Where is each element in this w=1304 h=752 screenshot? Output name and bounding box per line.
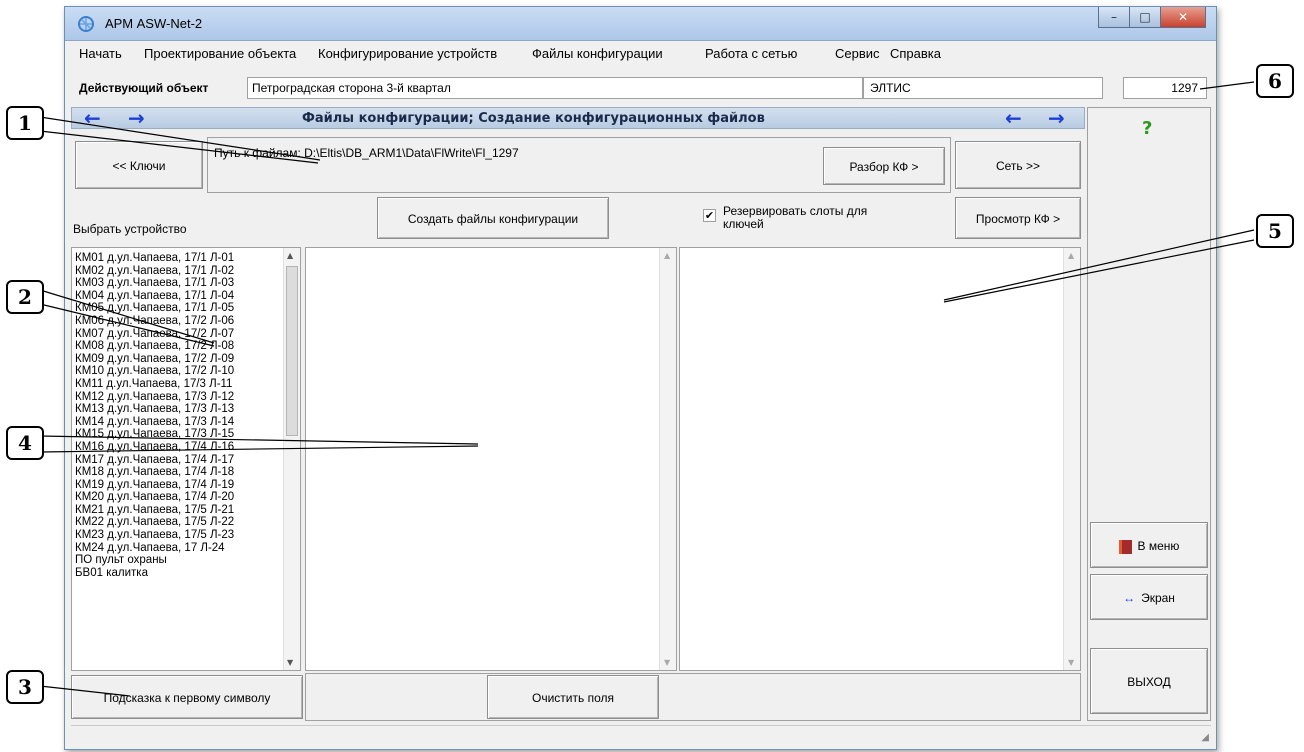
callout-4: 4 (6, 426, 44, 460)
list-item[interactable]: КМ23 д.ул.Чапаева, 17/5 Л-23 (75, 529, 283, 542)
scroll-up-icon[interactable]: ▲ (1068, 251, 1074, 260)
path-label: Путь к файлам: D:\Eltis\DB_ARM1\Data\FlW… (214, 146, 519, 160)
resize-grip-icon[interactable]: ◢ (1201, 732, 1209, 743)
list-item[interactable]: КМ21 д.ул.Чапаева, 17/5 Л-21 (75, 504, 283, 517)
list-item[interactable]: КМ19 д.ул.Чапаева, 17/4 Л-19 (75, 479, 283, 492)
device-list[interactable]: КМ01 д.ул.Чапаева, 17/1 Л-01 КМ02 д.ул.Ч… (71, 247, 301, 671)
device-list-items: КМ01 д.ул.Чапаева, 17/1 Л-01 КМ02 д.ул.Ч… (75, 252, 283, 579)
object-name-field: Петроградская сторона 3-й квартал (247, 77, 863, 99)
config-text-area[interactable]: ▲ ▼ (305, 247, 677, 671)
scroll-down-icon[interactable]: ▼ (664, 658, 670, 667)
object-bar: Действующий объект Петроградская сторона… (71, 77, 1211, 101)
list-item[interactable]: КМ09 д.ул.Чапаева, 17/2 Л-09 (75, 353, 283, 366)
list-item[interactable]: КМ14 д.ул.Чапаева, 17/3 Л-14 (75, 416, 283, 429)
object-label: Действующий объект (79, 81, 209, 95)
reserve-slots-checkbox[interactable]: ✔ Резервировать слоты для ключей (703, 205, 903, 235)
back-arrow-icon-right[interactable]: ← (1005, 106, 1022, 130)
callout-5: 5 (1256, 214, 1294, 248)
list-item[interactable]: КМ13 д.ул.Чапаева, 17/3 Л-13 (75, 403, 283, 416)
menu-item-config-files[interactable]: Файлы конфигурации (532, 46, 663, 61)
screen-button[interactable]: ↔ Экран (1090, 574, 1208, 620)
list-item[interactable]: КМ10 д.ул.Чапаева, 17/2 Л-10 (75, 365, 283, 378)
list-item[interactable]: КМ11 д.ул.Чапаева, 17/3 Л-11 (75, 378, 283, 391)
scroll-thumb[interactable] (286, 266, 298, 436)
scroll-down-icon[interactable]: ▼ (287, 658, 293, 667)
reserve-slots-label: Резервировать слоты для ключей (723, 204, 868, 231)
menu-item-design[interactable]: Проектирование объекта (144, 46, 296, 61)
callout-2: 2 (6, 280, 44, 314)
clear-fields-button[interactable]: Очистить поля (487, 675, 659, 719)
maximize-button[interactable]: □ (1129, 7, 1161, 28)
minimize-button[interactable]: – (1098, 7, 1130, 28)
org-field: ЭЛТИС (863, 77, 1103, 99)
list-item[interactable]: КМ12 д.ул.Чапаева, 17/3 Л-12 (75, 391, 283, 404)
preview-text-area[interactable]: ▲ ▼ (679, 247, 1081, 671)
side-panel: ? В меню ↔ Экран ВЫХОД (1087, 107, 1211, 721)
scroll-up-icon[interactable]: ▲ (287, 251, 293, 260)
preview-text-scrollbar[interactable]: ▲ ▼ (1063, 248, 1080, 670)
parse-config-button[interactable]: Разбор КФ > (823, 147, 945, 185)
title-bar[interactable]: АРМ ASW-Net-2 – □ ✕ (65, 7, 1216, 41)
menu-item-start[interactable]: Начать (79, 46, 122, 61)
object-code-field: 1297 (1123, 77, 1207, 99)
list-item[interactable]: КМ18 д.ул.Чапаева, 17/4 Л-18 (75, 466, 283, 479)
app-logo-icon (78, 16, 94, 32)
list-item[interactable]: КМ01 д.ул.Чапаева, 17/1 Л-01 (75, 252, 283, 265)
app-window: АРМ ASW-Net-2 – □ ✕ Начать Проектировани… (64, 6, 1217, 750)
help-icon[interactable]: ? (1142, 118, 1152, 139)
list-item[interactable]: ПО пульт охраны (75, 554, 283, 567)
door-icon (1118, 539, 1132, 554)
menu-item-network[interactable]: Работа с сетью (705, 46, 797, 61)
list-item[interactable]: КМ22 д.ул.Чапаева, 17/5 Л-22 (75, 516, 283, 529)
menu-bar: Начать Проектирование объекта Конфигурир… (65, 42, 1216, 64)
scroll-down-icon[interactable]: ▼ (1068, 658, 1074, 667)
list-item[interactable]: КМ16 д.ул.Чапаева, 17/4 Л-16 (75, 441, 283, 454)
list-item[interactable]: КМ05 д.ул.Чапаева, 17/1 Л-05 (75, 302, 283, 315)
exit-button[interactable]: ВЫХОД (1090, 648, 1208, 714)
list-item[interactable]: КМ03 д.ул.Чапаева, 17/1 Л-03 (75, 277, 283, 290)
bottom-panel (305, 673, 1081, 721)
list-item[interactable]: КМ06 д.ул.Чапаева, 17/2 Л-06 (75, 315, 283, 328)
menu-item-configure[interactable]: Конфигурирование устройств (318, 46, 497, 61)
section-title: Файлы конфигурации; Создание конфигураци… (302, 111, 765, 126)
scroll-up-icon[interactable]: ▲ (664, 251, 670, 260)
network-button[interactable]: Сеть >> (955, 141, 1081, 189)
back-to-menu-button[interactable]: В меню (1090, 522, 1208, 568)
list-item[interactable]: КМ20 д.ул.Чапаева, 17/4 Л-20 (75, 491, 283, 504)
keys-button[interactable]: << Ключи (75, 141, 203, 189)
close-button[interactable]: ✕ (1160, 7, 1206, 28)
forward-arrow-icon[interactable]: → (128, 106, 145, 130)
list-item[interactable]: КМ24 д.ул.Чапаева, 17 Л-24 (75, 542, 283, 555)
list-item[interactable]: КМ17 д.ул.Чапаева, 17/4 Л-17 (75, 454, 283, 467)
list-item[interactable]: БВ01 калитка (75, 567, 283, 580)
first-char-hint-button[interactable]: Подсказка к первому символу (71, 675, 303, 719)
select-device-label: Выбрать устройство (73, 222, 187, 236)
section-header: ← → Файлы конфигурации; Создание конфигу… (71, 106, 1085, 130)
status-bar: ◢ (71, 725, 1211, 743)
view-config-button[interactable]: Просмотр КФ > (955, 197, 1081, 239)
back-arrow-icon[interactable]: ← (84, 106, 101, 130)
list-item[interactable]: КМ15 д.ул.Чапаева, 17/3 Л-15 (75, 428, 283, 441)
double-arrow-icon: ↔ (1123, 591, 1136, 605)
menu-item-help[interactable]: Справка (890, 46, 941, 61)
create-config-button[interactable]: Создать файлы конфигурации (377, 197, 609, 239)
list-item[interactable]: КМ08 д.ул.Чапаева, 17/2 Л-08 (75, 340, 283, 353)
callout-1: 1 (6, 106, 44, 140)
window-title: АРМ ASW-Net-2 (105, 16, 203, 31)
menu-item-service[interactable]: Сервис (835, 46, 880, 61)
list-item[interactable]: КМ02 д.ул.Чапаева, 17/1 Л-02 (75, 265, 283, 278)
checkbox-box[interactable]: ✔ (703, 209, 716, 222)
forward-arrow-icon-right[interactable]: → (1048, 106, 1065, 130)
list-item[interactable]: КМ04 д.ул.Чапаева, 17/1 Л-04 (75, 290, 283, 303)
device-list-scrollbar[interactable]: ▲ ▼ (283, 248, 300, 670)
config-text-scrollbar[interactable]: ▲ ▼ (659, 248, 676, 670)
callout-6: 6 (1256, 64, 1294, 98)
list-item[interactable]: КМ07 д.ул.Чапаева, 17/2 Л-07 (75, 328, 283, 341)
callout-3: 3 (6, 670, 44, 704)
